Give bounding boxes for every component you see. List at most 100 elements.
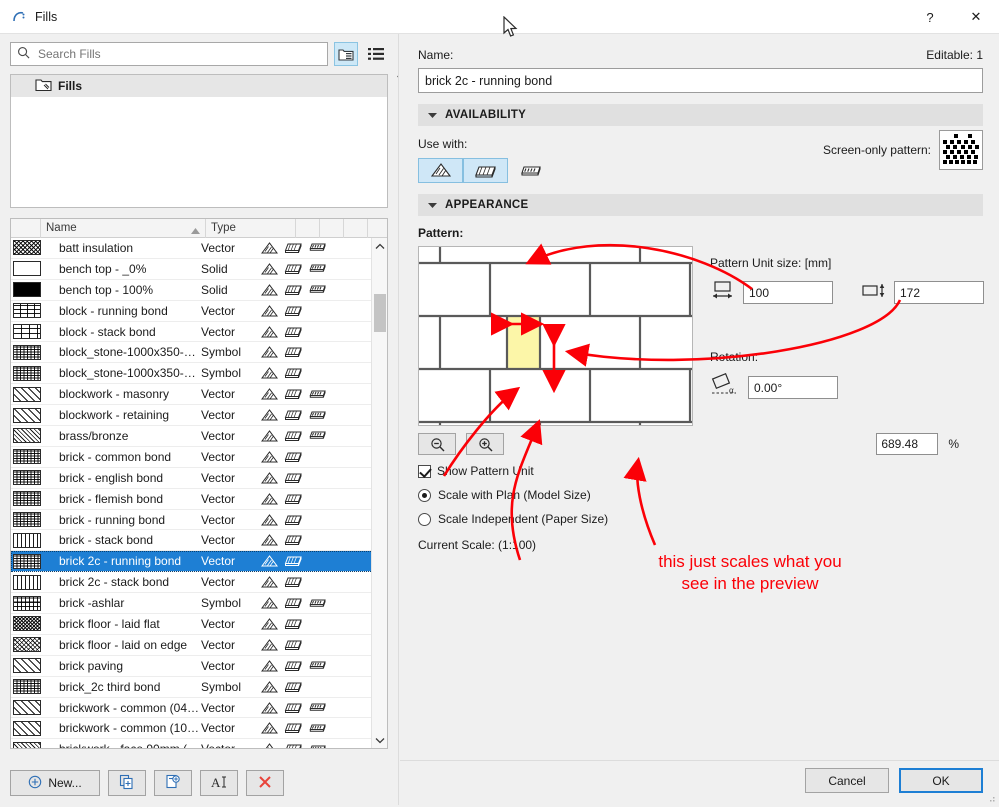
cover-fill-icon[interactable] [281,281,305,299]
drafting-fill-icon[interactable] [305,594,329,612]
cut-fill-icon[interactable] [257,239,281,257]
table-row[interactable]: brick floor - laid on edge Vector [11,635,387,656]
rotation-input[interactable] [748,376,838,399]
table-row[interactable]: block_stone-1000x350-30 joi...Symbol [11,342,387,364]
delete-button[interactable] [246,770,284,796]
scale-with-plan-radio[interactable] [418,488,431,502]
cut-fill-icon[interactable] [257,615,281,633]
cut-fill-icon[interactable] [257,552,281,570]
table-row[interactable]: brick paving Vector [11,656,387,677]
table-row[interactable]: block_stone-1000x350-30 joi...Symbol [11,363,387,385]
cover-fill-icon[interactable] [463,158,508,183]
drafting-fill-icon[interactable] [305,490,329,508]
table-row[interactable]: brick - common bond Vector [11,447,387,468]
scroll-down-icon[interactable] [372,732,387,748]
cut-fill-icon[interactable] [257,343,281,361]
drafting-fill-icon[interactable] [305,469,329,487]
cover-fill-icon[interactable] [281,448,305,466]
table-row[interactable]: batt insulation Vector [11,238,387,259]
table-row[interactable]: bench top - 100% Solid [11,280,387,301]
cut-fill-icon[interactable] [257,323,281,341]
cut-fill-icon[interactable] [257,719,281,737]
list-scrollbar[interactable] [371,238,387,748]
scale-independent-row[interactable]: Scale Independent (Paper Size) [418,512,983,526]
cover-fill-icon[interactable] [281,364,305,382]
table-row[interactable]: brick - english bond Vector [11,468,387,489]
cover-fill-icon[interactable] [281,552,305,570]
fills-tree-panel[interactable]: Fills [10,74,388,208]
search-input[interactable] [36,46,321,62]
fill-name-input[interactable] [418,68,983,93]
fills-list-panel[interactable]: Name Type batt insulation Vector bench top… [10,218,388,749]
drafting-fill-icon[interactable] [305,615,329,633]
scale-independent-radio[interactable] [418,512,431,526]
cut-fill-icon[interactable] [257,364,281,382]
drafting-fill-icon[interactable] [305,448,329,466]
cover-fill-icon[interactable] [281,239,305,257]
column-type[interactable]: Type [206,219,296,238]
cover-fill-icon[interactable] [281,531,305,549]
drafting-fill-icon[interactable] [305,364,329,382]
scroll-thumb[interactable] [374,294,386,332]
cover-fill-icon[interactable] [281,594,305,612]
table-row[interactable]: blockwork - retaining Vector [11,405,387,427]
pattern-unit-width-input[interactable] [743,281,833,304]
cover-fill-icon[interactable] [281,490,305,508]
cover-fill-icon[interactable] [281,615,305,633]
list-view-icon[interactable] [364,42,388,66]
resize-grip-icon[interactable] [986,793,996,803]
preview-scale-input[interactable] [876,433,939,455]
drafting-fill-icon[interactable] [305,343,329,361]
drafting-fill-icon[interactable] [305,260,329,278]
table-row[interactable]: brick 2c - stack bond Vector [11,572,387,594]
search-box[interactable] [10,42,328,66]
cover-fill-icon[interactable] [281,740,305,748]
rename-button[interactable]: A [200,770,238,796]
drafting-fill-icon[interactable] [305,427,329,445]
cut-fill-icon[interactable] [257,636,281,654]
cut-fill-icon[interactable] [257,699,281,717]
table-row[interactable]: brick - stack bond Vector [11,530,387,552]
close-button[interactable]: ✕ [953,0,999,34]
cover-fill-icon[interactable] [281,343,305,361]
cover-fill-icon[interactable] [281,260,305,278]
pattern-unit-height-input[interactable] [894,281,984,304]
table-row[interactable]: brick - flemish bond Vector [11,489,387,510]
pattern-preview[interactable] [418,246,693,426]
cover-fill-icon[interactable] [281,385,305,403]
drafting-fill-icon[interactable] [305,239,329,257]
cover-fill-icon[interactable] [281,427,305,445]
cut-fill-icon[interactable] [418,158,463,183]
cut-fill-icon[interactable] [257,469,281,487]
availability-section-header[interactable]: AVAILABILITY [418,104,983,126]
cut-fill-icon[interactable] [257,490,281,508]
ok-button[interactable]: OK [899,768,983,793]
cut-fill-icon[interactable] [257,740,281,748]
cut-fill-icon[interactable] [257,678,281,696]
cut-fill-icon[interactable] [257,573,281,591]
drafting-fill-icon[interactable] [305,281,329,299]
cover-fill-icon[interactable] [281,302,305,320]
cut-fill-icon[interactable] [257,448,281,466]
tree-item-fills[interactable]: Fills [11,75,387,97]
cover-fill-icon[interactable] [281,511,305,529]
cover-fill-icon[interactable] [281,657,305,675]
help-button[interactable]: ? [907,0,953,34]
table-row[interactable]: brick - running bond Vector [11,510,387,531]
drafting-fill-icon[interactable] [508,158,553,183]
cut-fill-icon[interactable] [257,260,281,278]
drafting-fill-icon[interactable] [305,552,329,570]
drafting-fill-icon[interactable] [305,740,329,748]
cut-fill-icon[interactable] [257,427,281,445]
table-row[interactable]: blockwork - masonry Vector [11,384,387,406]
zoom-out-icon[interactable] [418,433,456,455]
cut-fill-icon[interactable] [257,594,281,612]
duplicate-button[interactable] [108,770,146,796]
cut-fill-icon[interactable] [257,281,281,299]
cover-fill-icon[interactable] [281,699,305,717]
drafting-fill-icon[interactable] [305,511,329,529]
appearance-section-header[interactable]: APPEARANCE [418,194,983,216]
table-row[interactable]: brick floor - laid flat Vector [11,614,387,635]
cancel-button[interactable]: Cancel [805,768,889,793]
drafting-fill-icon[interactable] [305,636,329,654]
